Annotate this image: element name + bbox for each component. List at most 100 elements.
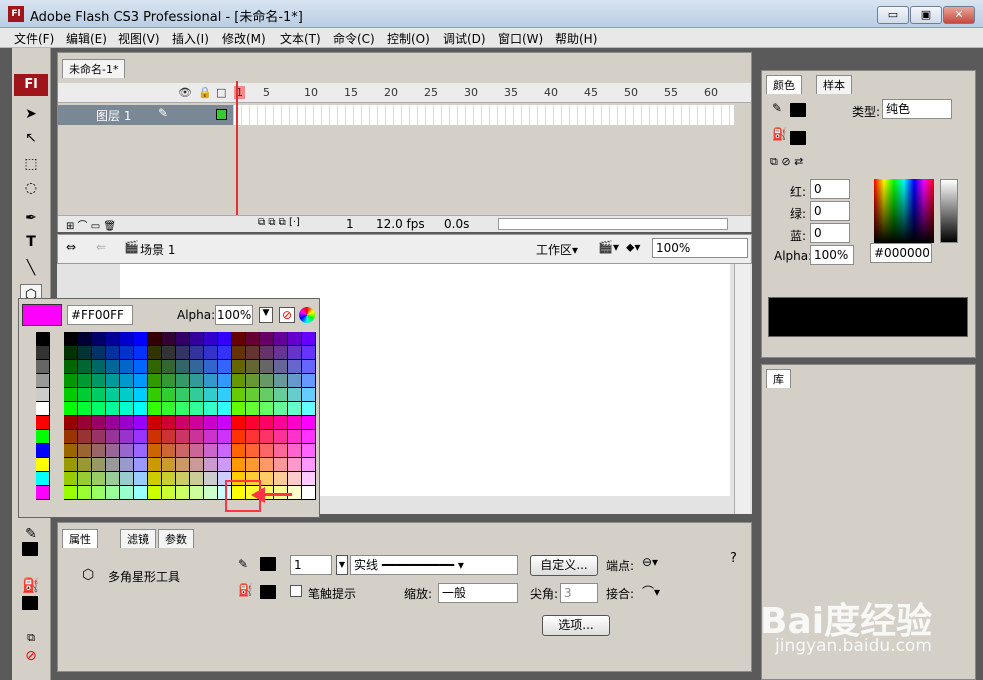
swatch-cell[interactable] <box>190 444 204 458</box>
menu-control[interactable]: 控制(O) <box>387 30 430 47</box>
swatch-cell[interactable] <box>232 416 246 430</box>
swatch-cell[interactable] <box>204 332 218 346</box>
swatch-cell[interactable] <box>190 346 204 360</box>
swatch-cell[interactable] <box>92 430 106 444</box>
swatch-cell[interactable] <box>274 332 288 346</box>
fill-color-swatch[interactable] <box>260 585 276 599</box>
alpha-input[interactable]: 100% <box>215 305 253 325</box>
text-tool-icon[interactable]: T <box>20 232 42 252</box>
swatch-cell[interactable] <box>78 430 92 444</box>
swatch-cell[interactable] <box>134 472 148 486</box>
no-color-icon[interactable]: ⊘ <box>279 307 295 323</box>
swatch-cell[interactable] <box>176 332 190 346</box>
swatch-cell[interactable] <box>64 486 78 500</box>
swatch-cell[interactable] <box>36 430 50 444</box>
swatch-cell[interactable] <box>162 458 176 472</box>
swatch-cell[interactable] <box>190 374 204 388</box>
swatch-cell[interactable] <box>176 430 190 444</box>
swatch-cell[interactable] <box>190 360 204 374</box>
no-color-icon[interactable]: ⊘ <box>20 646 42 666</box>
swatch-cell[interactable] <box>246 360 260 374</box>
swatch-cell[interactable] <box>92 374 106 388</box>
line-tool-icon[interactable]: ╲ <box>20 258 42 278</box>
stroke-size-input[interactable]: 1 <box>290 555 332 575</box>
swatch-cell[interactable] <box>260 402 274 416</box>
swatch-cell[interactable] <box>274 402 288 416</box>
stroke-color-icon[interactable]: ✎ <box>20 524 42 544</box>
swatch-cell[interactable] <box>106 332 120 346</box>
swatch-cell[interactable] <box>232 332 246 346</box>
swatch-cell[interactable] <box>176 458 190 472</box>
swatch-cell[interactable] <box>246 346 260 360</box>
swatch-cell[interactable] <box>232 374 246 388</box>
swatch-cell[interactable] <box>260 360 274 374</box>
swatch-cell[interactable] <box>36 346 50 360</box>
minimize-button[interactable]: ▭ <box>877 6 909 24</box>
swatch-cell[interactable] <box>218 458 232 472</box>
swatch-cell[interactable] <box>246 332 260 346</box>
swatch-cell[interactable] <box>204 444 218 458</box>
swatch-cell[interactable] <box>176 388 190 402</box>
swatch-cell[interactable] <box>302 458 316 472</box>
swatch-cell[interactable] <box>204 346 218 360</box>
swatch-cell[interactable] <box>288 444 302 458</box>
swatch-cell[interactable] <box>190 388 204 402</box>
swatch-cell[interactable] <box>274 360 288 374</box>
workspace-menu[interactable]: 工作区▾ <box>536 241 578 258</box>
swatch-cell[interactable] <box>134 458 148 472</box>
swatch-cell[interactable] <box>148 360 162 374</box>
swatch-cell[interactable] <box>64 458 78 472</box>
swatch-cell[interactable] <box>274 416 288 430</box>
stroke-color-swatch[interactable] <box>790 103 806 117</box>
swatch-cell[interactable] <box>120 346 134 360</box>
stroke-hinting-checkbox[interactable] <box>290 585 302 597</box>
swatch-cell[interactable] <box>232 402 246 416</box>
swatch-cell[interactable] <box>246 444 260 458</box>
swatch-cell[interactable] <box>120 402 134 416</box>
swatch-cell[interactable] <box>246 430 260 444</box>
swatch-cell[interactable] <box>288 472 302 486</box>
outline-icon[interactable]: □ <box>216 86 226 99</box>
swatch-cell[interactable] <box>78 472 92 486</box>
swatch-cell[interactable] <box>148 472 162 486</box>
swatch-cell[interactable] <box>218 388 232 402</box>
swatch-cell[interactable] <box>274 430 288 444</box>
swatch-cell[interactable] <box>134 332 148 346</box>
swatch-cell[interactable] <box>204 360 218 374</box>
tab-library[interactable]: 库 <box>766 369 791 388</box>
swatch-cell[interactable] <box>190 458 204 472</box>
swatch-cell[interactable] <box>120 472 134 486</box>
swatch-cell[interactable] <box>78 416 92 430</box>
swatch-cell[interactable] <box>148 374 162 388</box>
swatch-cell[interactable] <box>120 360 134 374</box>
swatch-cell[interactable] <box>232 458 246 472</box>
swatch-cell[interactable] <box>120 430 134 444</box>
swatch-cell[interactable] <box>204 486 218 500</box>
onion-skin-icon[interactable]: ⧉ ⧉ ⧉ [·] <box>258 217 300 228</box>
swatch-cell[interactable] <box>204 472 218 486</box>
swatch-cell[interactable] <box>232 360 246 374</box>
swatch-cell[interactable] <box>134 416 148 430</box>
swatch-cell[interactable] <box>92 458 106 472</box>
swatch-cell[interactable] <box>64 332 78 346</box>
swatch-cell[interactable] <box>120 332 134 346</box>
swatch-cell[interactable] <box>302 402 316 416</box>
swatch-cell[interactable] <box>302 430 316 444</box>
swatch-cell[interactable] <box>232 444 246 458</box>
stage-vscroll[interactable] <box>734 264 750 514</box>
layer-row[interactable]: 图层 1 ✎ <box>58 105 233 125</box>
swatch-cell[interactable] <box>232 430 246 444</box>
swatch-cell[interactable] <box>134 402 148 416</box>
swatch-cell[interactable] <box>232 388 246 402</box>
swatch-cell[interactable] <box>260 416 274 430</box>
swatch-cell[interactable] <box>246 458 260 472</box>
swatch-cell[interactable] <box>302 486 316 500</box>
swatch-cell[interactable] <box>92 332 106 346</box>
maximize-button[interactable]: ▣ <box>910 6 942 24</box>
swatch-cell[interactable] <box>218 444 232 458</box>
swatch-cell[interactable] <box>148 416 162 430</box>
menu-modify[interactable]: 修改(M) <box>222 30 266 47</box>
swatch-cell[interactable] <box>92 416 106 430</box>
swatch-cell[interactable] <box>134 388 148 402</box>
swatch-cell[interactable] <box>120 458 134 472</box>
